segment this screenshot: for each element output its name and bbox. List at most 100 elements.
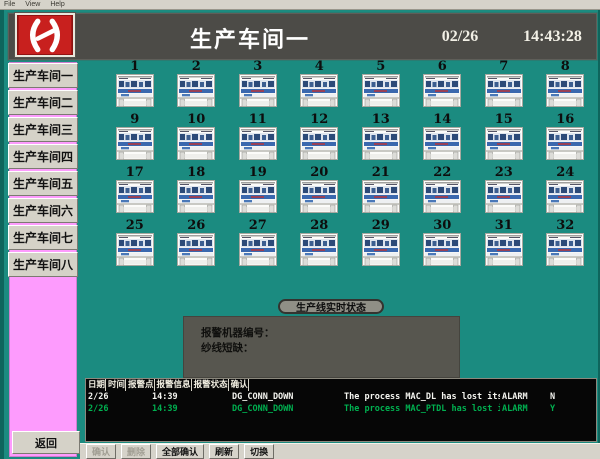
toolbar-button[interactable]: 切换 <box>244 444 274 459</box>
knitting-machine-icon <box>362 127 400 160</box>
sidebar-item-workshop[interactable]: 生产车间七 <box>8 225 78 250</box>
toolbar-button[interactable]: 全部确认 <box>156 444 204 459</box>
knitting-machine-icon <box>116 74 154 107</box>
alarm-ack: N <box>548 391 594 403</box>
menu-item[interactable]: Help <box>50 0 64 9</box>
machine-cell[interactable]: 27 <box>227 219 289 272</box>
knitting-machine-icon <box>300 74 338 107</box>
knitting-machine-icon <box>300 233 338 266</box>
machine-number: 4 <box>315 60 324 74</box>
sidebar-item-workshop[interactable]: 生产车间八 <box>8 252 78 277</box>
machine-cell[interactable]: 6 <box>412 60 474 113</box>
machine-cell[interactable]: 22 <box>412 166 474 219</box>
knitting-machine-icon <box>116 233 154 266</box>
alarm-row[interactable]: 2/26 14:39 DG_CONN_DOWN The process MAC_… <box>86 391 596 403</box>
knitting-machine-icon <box>485 127 523 160</box>
alarm-machine-no-label: 报警机器编号： <box>201 326 459 341</box>
alarm-row[interactable]: 2/26 14:39 DG_CONN_DOWN The process MAC_… <box>86 403 596 415</box>
knitting-machine-icon <box>423 127 461 160</box>
machine-number: 2 <box>192 60 201 74</box>
machine-cell[interactable]: 7 <box>473 60 535 113</box>
machine-cell[interactable]: 16 <box>535 113 597 166</box>
knitting-machine-icon <box>239 74 277 107</box>
knitting-machine-icon <box>177 74 215 107</box>
machine-number: 27 <box>249 219 267 233</box>
sidebar-item-workshop[interactable]: 生产车间五 <box>8 171 78 196</box>
machine-cell[interactable]: 12 <box>289 113 351 166</box>
machine-cell[interactable]: 11 <box>227 113 289 166</box>
machine-number: 20 <box>310 166 328 180</box>
machine-cell[interactable]: 10 <box>166 113 228 166</box>
workshop-nav: 生产车间一生产车间二生产车间三生产车间四生产车间五生产车间六生产车间七生产车间八 <box>8 63 78 277</box>
machine-cell[interactable]: 30 <box>412 219 474 272</box>
sidebar-item-workshop[interactable]: 生产车间二 <box>8 90 78 115</box>
machine-number: 7 <box>499 60 508 74</box>
machine-cell[interactable]: 2 <box>166 60 228 113</box>
hmi-window: FileViewHelp 生产车间一 02/26 14:43:28 生产车间一生… <box>0 0 600 459</box>
status-tab: 生产线实时状态 <box>278 299 384 314</box>
machine-number: 26 <box>187 219 205 233</box>
alarm-column-header: 时间 <box>106 379 126 391</box>
sidebar-item-workshop[interactable]: 生产车间四 <box>8 144 78 169</box>
menu-item[interactable]: View <box>25 0 40 9</box>
machine-number: 12 <box>310 113 328 127</box>
knitting-machine-icon <box>116 127 154 160</box>
sidebar-item-workshop[interactable]: 生产车间一 <box>8 63 78 88</box>
machine-cell[interactable]: 25 <box>104 219 166 272</box>
knitting-machine-icon <box>485 233 523 266</box>
sidebar-item-workshop[interactable]: 生产车间六 <box>8 198 78 223</box>
machine-cell[interactable]: 21 <box>350 166 412 219</box>
machine-cell[interactable]: 9 <box>104 113 166 166</box>
machine-cell[interactable]: 29 <box>350 219 412 272</box>
toolbar-button[interactable]: 刷新 <box>209 444 239 459</box>
machine-cell[interactable]: 17 <box>104 166 166 219</box>
knitting-machine-icon <box>546 233 584 266</box>
machine-cell[interactable]: 14 <box>412 113 474 166</box>
back-button[interactable]: 返回 <box>12 431 80 454</box>
machine-number: 32 <box>556 219 574 233</box>
machine-cell[interactable]: 26 <box>166 219 228 272</box>
page-title: 生产车间一 <box>150 22 350 54</box>
header-clock: 14:43:28 <box>505 28 600 46</box>
knitting-machine-icon <box>300 180 338 213</box>
toolbar-button[interactable]: 确认 <box>86 444 116 459</box>
machine-cell[interactable]: 31 <box>473 219 535 272</box>
machine-cell[interactable]: 32 <box>535 219 597 272</box>
machine-cell[interactable]: 1 <box>104 60 166 113</box>
knitting-machine-icon <box>423 180 461 213</box>
machine-number: 31 <box>495 219 513 233</box>
knitting-machine-icon <box>177 180 215 213</box>
machine-number: 15 <box>495 113 513 127</box>
menu-item[interactable]: File <box>4 0 15 9</box>
machine-number: 9 <box>130 113 139 127</box>
knitting-machine-icon <box>239 180 277 213</box>
machine-cell[interactable]: 8 <box>535 60 597 113</box>
machine-cell[interactable]: 4 <box>289 60 351 113</box>
machine-number: 22 <box>433 166 451 180</box>
machine-number: 18 <box>187 166 205 180</box>
alarm-column-header: 报警点 <box>126 379 155 391</box>
machine-cell[interactable]: 13 <box>350 113 412 166</box>
alarm-time: 14:39 <box>150 403 230 415</box>
machine-number: 19 <box>249 166 267 180</box>
machine-cell[interactable]: 3 <box>227 60 289 113</box>
status-panel: 报警机器编号： 纱线短缺： <box>183 316 460 378</box>
machine-cell[interactable]: 5 <box>350 60 412 113</box>
machine-cell[interactable]: 15 <box>473 113 535 166</box>
machine-cell[interactable]: 20 <box>289 166 351 219</box>
machine-number: 6 <box>438 60 447 74</box>
machine-cell[interactable]: 19 <box>227 166 289 219</box>
toolbar-button[interactable]: 删除 <box>121 444 151 459</box>
knitting-machine-icon <box>177 127 215 160</box>
machine-number: 30 <box>433 219 451 233</box>
header-date: 02/26 <box>420 28 500 46</box>
menu-bar: File View Help <box>0 0 600 10</box>
machine-cell[interactable]: 18 <box>166 166 228 219</box>
machine-cell[interactable]: 24 <box>535 166 597 219</box>
knitting-machine-icon <box>239 127 277 160</box>
machine-cell[interactable]: 28 <box>289 219 351 272</box>
knitting-machine-icon <box>300 127 338 160</box>
machine-cell[interactable]: 23 <box>473 166 535 219</box>
sidebar-item-workshop[interactable]: 生产车间三 <box>8 117 78 142</box>
machine-number: 21 <box>372 166 390 180</box>
